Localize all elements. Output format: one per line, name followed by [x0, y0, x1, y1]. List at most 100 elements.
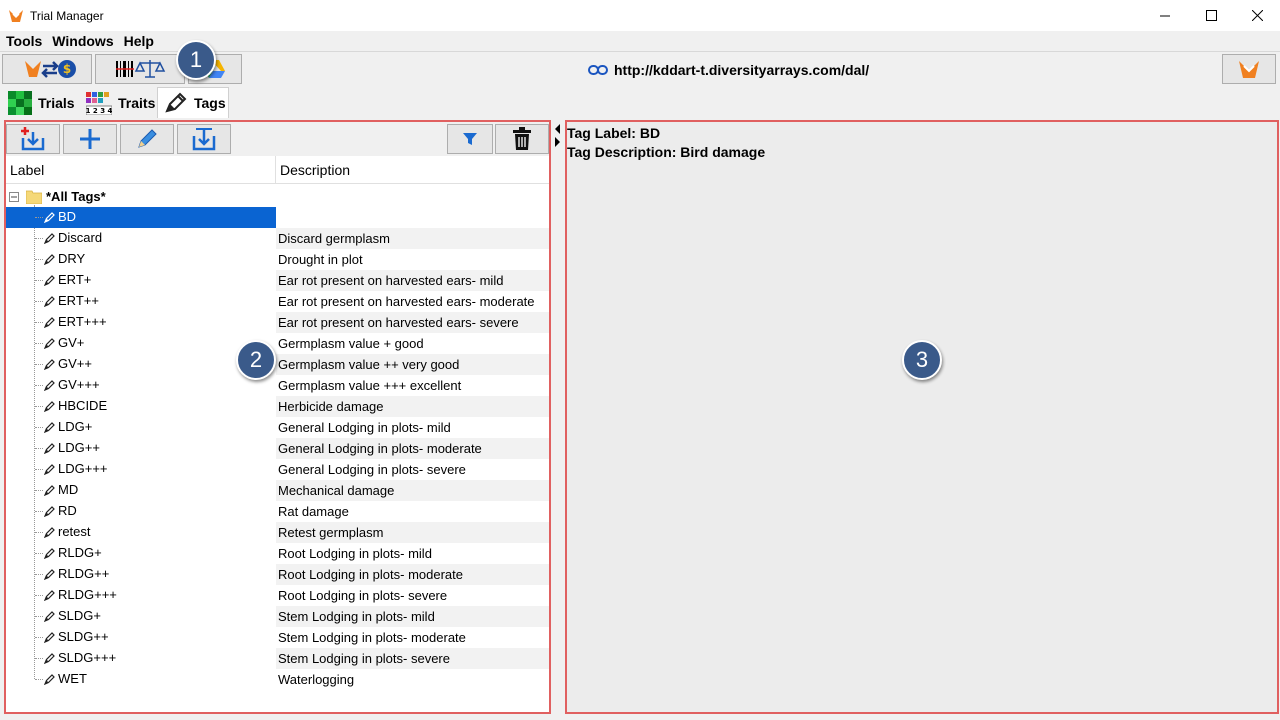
- tree-branch-line: [35, 385, 43, 386]
- close-button[interactable]: [1234, 0, 1280, 31]
- edit-tag-button[interactable]: [120, 124, 174, 154]
- tag-description: Stem Lodging in plots- moderate: [278, 630, 466, 645]
- sync-button[interactable]: $: [2, 54, 92, 84]
- tag-pen-icon: [44, 275, 55, 286]
- tag-label: RLDG+++: [58, 587, 117, 602]
- tag-description: Root Lodging in plots- severe: [278, 588, 448, 603]
- tag-row[interactable]: retest Retest germplasm: [6, 522, 549, 543]
- tags-list-panel: Label Description *All Tags* BD Discard Di…: [4, 120, 551, 714]
- tag-pen-icon: [44, 653, 55, 664]
- collapse-toggle-icon[interactable]: [9, 192, 19, 202]
- tag-row[interactable]: GV+++ Germplasm value +++ excellent: [6, 375, 549, 396]
- tag-description: Drought in plot: [278, 252, 363, 267]
- minimize-button[interactable]: [1142, 0, 1188, 31]
- tag-row[interactable]: BD: [6, 207, 549, 228]
- trash-icon: [513, 127, 531, 150]
- tag-label: ERT++: [58, 293, 99, 308]
- tag-description: Rat damage: [278, 504, 349, 519]
- tag-row[interactable]: ERT+++ Ear rot present on harvested ears-…: [6, 312, 549, 333]
- tab-tags[interactable]: Tags: [157, 87, 229, 118]
- tag-pen-icon: [44, 569, 55, 580]
- tag-pen-icon: [165, 92, 187, 113]
- menu-help[interactable]: Help: [124, 33, 154, 49]
- link-icon: [588, 65, 608, 75]
- tag-pen-icon: [44, 548, 55, 559]
- tag-description: General Lodging in plots- severe: [278, 462, 466, 477]
- svg-text:$: $: [63, 62, 71, 76]
- tag-row[interactable]: RLDG+ Root Lodging in plots- mild: [6, 543, 549, 564]
- tag-detail: Tag Label: BD Tag Description: Bird dama…: [567, 124, 765, 162]
- import-tags-button[interactable]: [6, 124, 60, 154]
- tab-trials-label: Trials: [38, 94, 75, 111]
- menu-windows[interactable]: Windows: [52, 33, 113, 49]
- tab-trials[interactable]: Trials: [2, 87, 78, 118]
- tab-bar: Trials 1 2 3 4 Traits Tags: [0, 87, 1280, 118]
- tag-label: MD: [58, 482, 79, 497]
- export-tags-button[interactable]: [177, 124, 231, 154]
- barcode-scale-button[interactable]: [95, 54, 185, 84]
- filter-button[interactable]: [447, 124, 493, 154]
- panel-splitter[interactable]: [553, 120, 563, 714]
- tag-description: Stem Lodging in plots- mild: [276, 606, 549, 627]
- tab-traits[interactable]: 1 2 3 4 Traits: [80, 87, 156, 118]
- collapse-right-arrow-icon[interactable]: [554, 137, 562, 147]
- menu-tools[interactable]: Tools: [6, 33, 42, 49]
- barcode-scale-icon: [116, 60, 166, 78]
- tag-row[interactable]: LDG+++ General Lodging in plots- severe: [6, 459, 549, 480]
- tag-label-text: Tag Label: BD: [567, 125, 661, 141]
- tag-row[interactable]: MD Mechanical damage: [6, 480, 549, 501]
- tree-branch-line: [35, 217, 43, 218]
- export-icon: [192, 128, 216, 151]
- tree-root-label: *All Tags*: [46, 189, 106, 204]
- tag-label: RLDG+: [58, 545, 102, 560]
- tag-description: Herbicide damage: [276, 396, 549, 417]
- tag-row[interactable]: RLDG++ Root Lodging in plots- moderate: [6, 564, 549, 585]
- app-info-button[interactable]: [1222, 54, 1276, 84]
- collapse-left-arrow-icon[interactable]: [554, 124, 562, 134]
- tag-row[interactable]: SLDG++ Stem Lodging in plots- moderate: [6, 627, 549, 648]
- tag-row[interactable]: ERT++ Ear rot present on harvested ears- …: [6, 291, 549, 312]
- tag-row[interactable]: ERT+ Ear rot present on harvested ears- m…: [6, 270, 549, 291]
- tag-description: Germplasm value + good: [278, 336, 424, 351]
- column-header-description[interactable]: Description: [276, 156, 549, 184]
- tag-description: Root Lodging in plots- mild: [278, 546, 432, 561]
- tag-label: DRY: [58, 251, 86, 266]
- tag-row[interactable]: GV+ Germplasm value + good: [6, 333, 549, 354]
- tag-row[interactable]: LDG++ General Lodging in plots- moderate: [6, 438, 549, 459]
- tag-description: Mechanical damage: [276, 480, 549, 501]
- tag-row[interactable]: SLDG+ Stem Lodging in plots- mild: [6, 606, 549, 627]
- column-header-label[interactable]: Label: [6, 156, 276, 184]
- tag-row[interactable]: GV++ Germplasm value ++ very good: [6, 354, 549, 375]
- tag-description: Germplasm value ++ very good: [276, 354, 549, 375]
- trials-icon: [8, 90, 32, 115]
- tag-row[interactable]: RD Rat damage: [6, 501, 549, 522]
- tag-description: General Lodging in plots- mild: [278, 420, 451, 435]
- tag-pen-icon: [44, 632, 55, 643]
- tree-branch-line: [35, 259, 43, 260]
- tree-branch-line: [35, 301, 43, 302]
- tag-pen-icon: [44, 254, 55, 265]
- tree-branch-line: [35, 427, 43, 428]
- tag-row[interactable]: WET Waterlogging: [6, 669, 549, 690]
- sync-icon: $: [25, 60, 76, 78]
- tag-row[interactable]: SLDG+++ Stem Lodging in plots- severe: [6, 648, 549, 669]
- delete-tag-button[interactable]: [495, 124, 549, 154]
- table-header: Label Description: [6, 156, 549, 184]
- tree-root-all-tags[interactable]: *All Tags*: [6, 186, 549, 208]
- tag-row[interactable]: HBCIDE Herbicide damage: [6, 396, 549, 417]
- tag-row[interactable]: LDG+ General Lodging in plots- mild: [6, 417, 549, 438]
- tag-pen-icon: [44, 443, 55, 454]
- tag-row[interactable]: Discard Discard germplasm: [6, 228, 549, 249]
- server-url: http://kddart-t.diversityarrays.com/dal/: [588, 62, 869, 78]
- tree-branch-line: [35, 616, 43, 617]
- tag-label: RLDG++: [58, 566, 110, 581]
- maximize-button[interactable]: [1188, 0, 1234, 31]
- tree-branch-line: [35, 280, 43, 281]
- tag-row[interactable]: RLDG+++ Root Lodging in plots- severe: [6, 585, 549, 606]
- tree-branch-line: [35, 532, 43, 533]
- tag-pen-icon: [44, 611, 55, 622]
- tag-pen-icon: [44, 233, 55, 244]
- filter-icon: [463, 133, 477, 145]
- tag-row[interactable]: DRY Drought in plot: [6, 249, 549, 270]
- add-tag-button[interactable]: [63, 124, 117, 154]
